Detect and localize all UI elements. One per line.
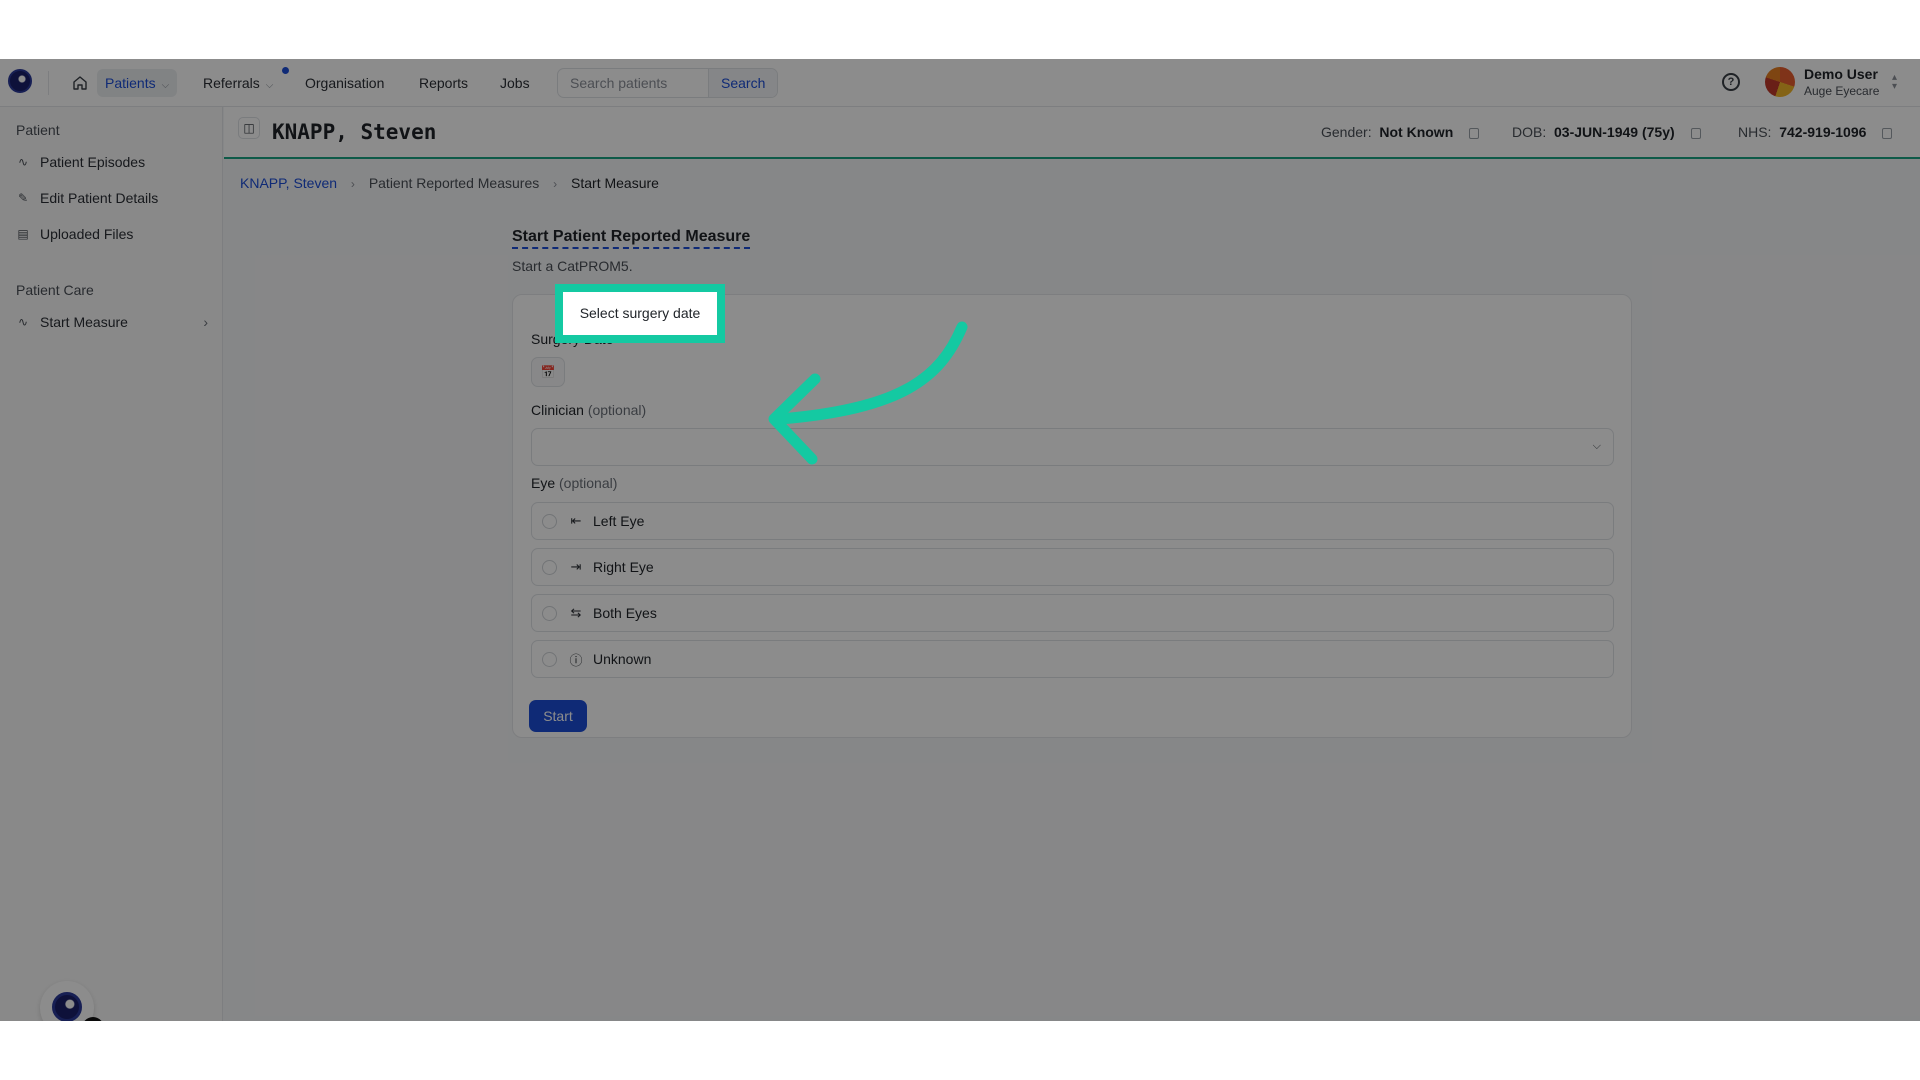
tutorial-dim-overlay [0,59,1920,1021]
select-surgery-date-button[interactable]: Select surgery date [563,292,717,335]
app-window: Patients ⌵ Referrals ⌵ Organisation Report… [0,59,1920,1021]
highlighted-surgery-date-button[interactable]: Select surgery date [555,284,725,343]
tutorial-arrow-icon [768,321,968,465]
